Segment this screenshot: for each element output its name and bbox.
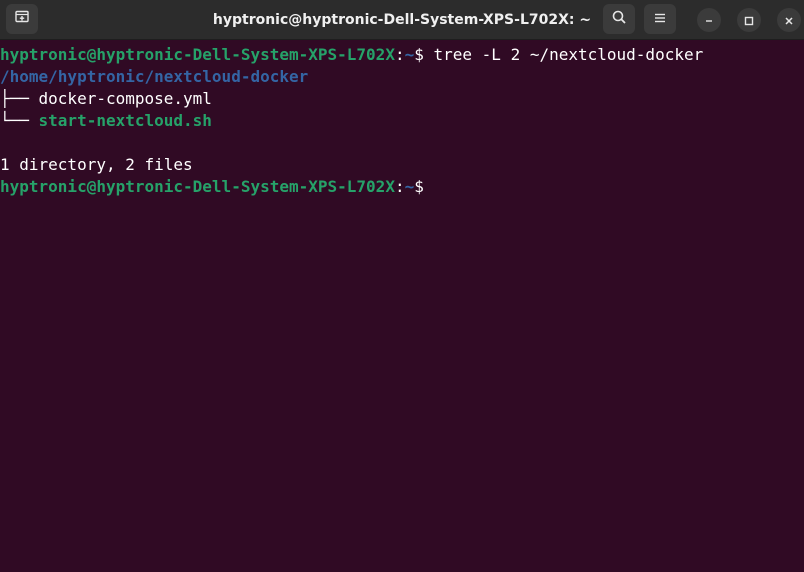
prompt-separator: : — [394, 177, 405, 196]
prompt-line: hyptronic@hyptronic-Dell-System-XPS-L702… — [0, 176, 424, 198]
window-title: hyptronic@hyptronic-Dell-System-XPS-L702… — [212, 12, 592, 28]
close-icon — [784, 11, 794, 30]
prompt-symbol: $ — [414, 177, 424, 196]
prompt-path: ~ — [404, 177, 415, 196]
tree-item: └── start-nextcloud.sh — [0, 110, 212, 132]
close-button[interactable] — [777, 8, 801, 32]
tree-item: ├── docker-compose.yml — [0, 88, 212, 110]
tree-root-line: /home/hyptronic/nextcloud-docker — [0, 66, 308, 88]
terminal-content[interactable]: hyptronic@hyptronic-Dell-System-XPS-L702… — [0, 42, 804, 572]
root-directory: /home/hyptronic/nextcloud-docker — [0, 67, 309, 86]
prompt-user: hyptronic@hyptronic-Dell-System-XPS-L702… — [0, 45, 395, 64]
menu-button[interactable] — [644, 4, 676, 34]
tree-branch: └── — [0, 111, 39, 130]
prompt-path: ~ — [404, 45, 415, 64]
tree-branch: ├── — [0, 89, 39, 108]
terminal-window: hyptronic@hyptronic-Dell-System-XPS-L702… — [0, 0, 804, 572]
command-line: hyptronic@hyptronic-Dell-System-XPS-L702… — [0, 44, 703, 66]
prompt-separator: : — [394, 45, 405, 64]
title-bar[interactable]: hyptronic@hyptronic-Dell-System-XPS-L702… — [0, 0, 804, 40]
prompt-symbol: $ — [414, 45, 424, 64]
summary-text: 1 directory, 2 files — [0, 155, 193, 174]
minimize-icon — [704, 11, 714, 30]
executable-file-name: start-nextcloud.sh — [38, 111, 212, 130]
tree-summary: 1 directory, 2 files — [0, 154, 193, 176]
prompt-user: hyptronic@hyptronic-Dell-System-XPS-L702… — [0, 177, 395, 196]
file-name: docker-compose.yml — [38, 89, 212, 108]
minimize-button[interactable] — [697, 8, 721, 32]
command-text: tree -L 2 ~/nextcloud-docker — [423, 45, 704, 64]
maximize-button[interactable] — [737, 8, 761, 32]
search-icon — [611, 9, 627, 29]
search-button[interactable] — [603, 4, 635, 34]
hamburger-menu-icon — [653, 10, 667, 29]
maximize-icon — [744, 11, 754, 30]
